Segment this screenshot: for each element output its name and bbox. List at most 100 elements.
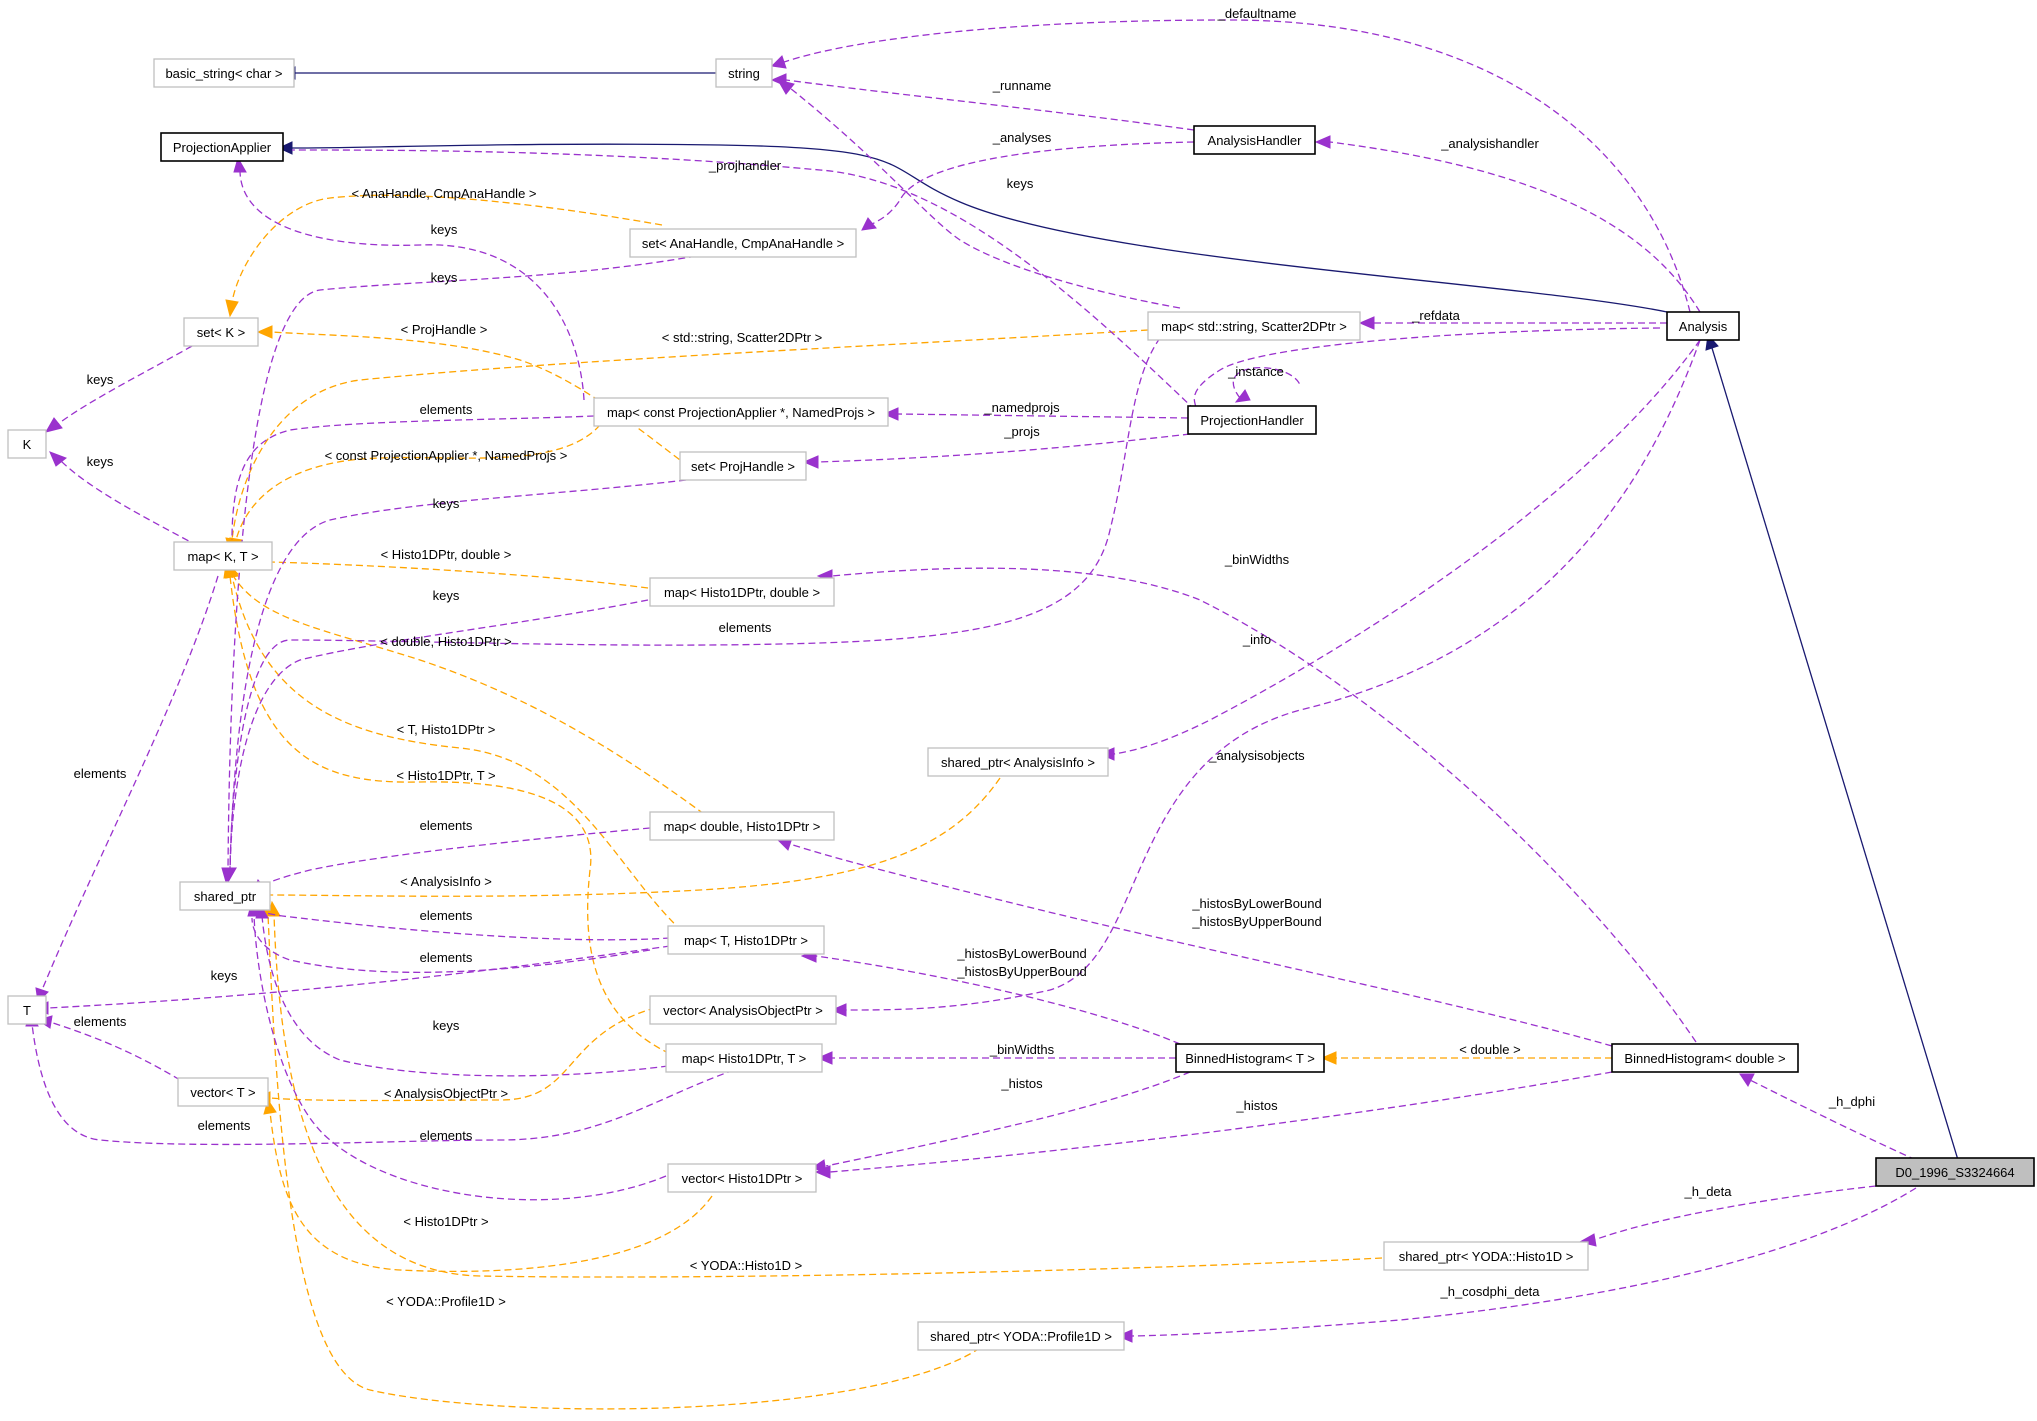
node-maphisto1ddouble[interactable]: map< Histo1DPtr, double > (649, 577, 835, 607)
edge-label-namedprojs: _namedprojs (983, 400, 1060, 415)
edge-label-h-cosdphi-deta: _h_cosdphi_deta (1439, 1284, 1540, 1299)
node-projectionapplier[interactable]: ProjectionApplier (160, 132, 284, 162)
node-binnedhistogramdouble[interactable]: BinnedHistogram< double > (1611, 1043, 1799, 1073)
node-mapthisto[interactable]: map< T, Histo1DPtr > (667, 925, 825, 955)
edge-label-instance: _instance (1227, 364, 1284, 379)
node-sharedanalysisinfo[interactable]: shared_ptr< AnalysisInfo > (927, 747, 1109, 777)
edge-label-keys-setK: keys (87, 372, 114, 387)
edge-label-yoda-profile-tpl: < YODA::Profile1D > (386, 1294, 506, 1309)
node-label: ProjectionApplier (173, 140, 272, 155)
edge-use-histosby-a (776, 837, 1613, 1047)
node-label: Analysis (1679, 319, 1728, 334)
edge-string-to-basic-string (279, 66, 716, 80)
node-label: ProjectionHandler (1200, 413, 1304, 428)
edge-use-histos-b (814, 1071, 1613, 1179)
edge-use-keys-mapKT (49, 451, 199, 547)
node-setprojhandle[interactable]: set< ProjHandle > (679, 451, 807, 481)
edge-use-defaultname (770, 19, 1691, 313)
node-sharedyodaprofile[interactable]: shared_ptr< YODA::Profile1D > (917, 1321, 1125, 1351)
node-label: BinnedHistogram< T > (1185, 1051, 1315, 1066)
edge-use-keys-string (776, 79, 1181, 309)
edge-use-elements-vectorhisto (247, 900, 667, 1201)
edge-tpl-setK-projhandle (256, 325, 689, 467)
edge-label-histo-double-tpl: < Histo1DPtr, double > (381, 547, 512, 562)
node-label: set< K > (197, 325, 245, 340)
node-setanahandle[interactable]: set< AnaHandle, CmpAnaHandle > (629, 228, 857, 258)
node-vectoranalysisobject[interactable]: vector< AnalysisObjectPtr > (649, 995, 837, 1025)
edge-label-elements-vectorhisto: elements (420, 1128, 473, 1143)
edge-label-elements-mapproj: elements (420, 402, 473, 417)
node-analysis[interactable]: Analysis (1666, 311, 1740, 341)
edge-label-keys-setprojhandle: keys (433, 496, 460, 511)
node-label: map< double, Histo1DPtr > (664, 819, 821, 834)
node-mapprojapplier[interactable]: map< const ProjectionApplier *, NamedPro… (593, 397, 889, 427)
edge-label-const-projapplier-tpl: < const ProjectionApplier *, NamedProjs … (325, 448, 568, 463)
edge-use-analysishandler (1314, 135, 1701, 313)
node-label: vector< Histo1DPtr > (682, 1171, 803, 1186)
edge-label-binwidths-bottom: _binWidths (989, 1042, 1055, 1057)
node-vectorhisto[interactable]: vector< Histo1DPtr > (667, 1163, 817, 1193)
node-label: shared_ptr (194, 889, 257, 904)
edge-label-histosbylower-a: _histosByLowerBound (1191, 896, 1321, 911)
node-label: D0_1996_S3324664 (1895, 1165, 2014, 1180)
node-label: shared_ptr< YODA::Histo1D > (1399, 1249, 1574, 1264)
node-shared-ptr[interactable]: shared_ptr (179, 881, 271, 911)
edge-tpl-shared-yodaprofile (261, 900, 981, 1410)
edge-analysis-to-projectionapplier (277, 141, 1668, 313)
edge-label-keys-string: keys (1007, 176, 1034, 191)
edge-use-elements-mapKT (35, 575, 219, 1004)
edge-label-elements-mapT2: elements (420, 950, 473, 965)
edge-use-elements-mapproj (231, 415, 595, 541)
edge-label-elements-mapdouble: elements (420, 818, 473, 833)
node-projectionhandler[interactable]: ProjectionHandler (1187, 405, 1317, 435)
edge-label-analysisinfo-tpl: < AnalysisInfo > (400, 874, 492, 889)
edge-label-histo-t-tpl: < Histo1DPtr, T > (396, 768, 495, 783)
node-mapdoublehisto[interactable]: map< double, Histo1DPtr > (649, 811, 835, 841)
edge-use-keys-setK (44, 345, 193, 433)
node-label: vector< AnalysisObjectPtr > (663, 1003, 823, 1018)
edge-label-elements-mapT1: elements (420, 908, 473, 923)
node-setk[interactable]: set< K > (183, 317, 259, 347)
node-string[interactable]: string (715, 58, 773, 88)
edge-label-anahandle-tpl: < AnaHandle, CmpAnaHandle > (351, 186, 536, 201)
edge-use-runname (770, 73, 1195, 131)
node-vectort[interactable]: vector< T > (177, 1077, 269, 1107)
node-basic-string[interactable]: basic_string< char > (153, 58, 295, 88)
node-label: map< Histo1DPtr, T > (682, 1051, 807, 1066)
edge-label-histo1dptr-tpl: < Histo1DPtr > (403, 1214, 488, 1229)
node-binnedhistogramt[interactable]: BinnedHistogram< T > (1175, 1043, 1325, 1073)
node-maphistot[interactable]: map< Histo1DPtr, T > (665, 1043, 823, 1073)
edge-label-info: _info (1242, 632, 1271, 647)
edge-label-string-scatter-tpl: < std::string, Scatter2DPtr > (662, 330, 822, 345)
node-label: shared_ptr< YODA::Profile1D > (930, 1329, 1112, 1344)
edge-label-projhandler: _projhandler (708, 158, 782, 173)
node-label: map< Histo1DPtr, double > (664, 585, 820, 600)
node-k[interactable]: K (7, 429, 47, 459)
node-t[interactable]: T (7, 995, 47, 1025)
edge-label-analysisobjectptr-tpl: < AnalysisObjectPtr > (384, 1086, 508, 1101)
node-label: shared_ptr< AnalysisInfo > (941, 755, 1095, 770)
node-label: BinnedHistogram< double > (1624, 1051, 1785, 1066)
edge-label-elements-scatter: elements (719, 620, 772, 635)
node-label: set< ProjHandle > (691, 459, 795, 474)
node-label: map< std::string, Scatter2DPtr > (1161, 319, 1347, 334)
node-label: K (23, 437, 32, 452)
edge-label-keys-maphistoT: keys (433, 1018, 460, 1033)
node-mapstringscatter[interactable]: map< std::string, Scatter2DPtr > (1147, 311, 1361, 341)
edge-label-keys-set-anahandle1: keys (431, 222, 458, 237)
node-sharedyodahisto[interactable]: shared_ptr< YODA::Histo1D > (1383, 1241, 1589, 1271)
edge-tpl-setK-anahandle (225, 194, 663, 318)
edge-use-elements-T (25, 1010, 735, 1146)
edge-label-projs: _projs (1003, 424, 1040, 439)
edge-label-keys-set-anahandle2: keys (431, 270, 458, 285)
edge-tpl-shared-analysisinfo (254, 777, 1001, 902)
node-mapkt[interactable]: map< K, T > (173, 541, 273, 571)
node-label: string (728, 66, 760, 81)
edge-use-keys-maphistoT (255, 902, 669, 1077)
edge-use-keys-anahandle2 (221, 255, 697, 884)
edge-focus-to-analysis (1705, 333, 1959, 1161)
node-d0-1996-s3324664[interactable]: D0_1996_S3324664 (1875, 1157, 2035, 1187)
node-analysishandler[interactable]: AnalysisHandler (1193, 125, 1316, 155)
edge-label-histosbylower-b: _histosByLowerBound (956, 946, 1086, 961)
edge-label-yoda-histo-tpl: < YODA::Histo1D > (690, 1258, 802, 1273)
